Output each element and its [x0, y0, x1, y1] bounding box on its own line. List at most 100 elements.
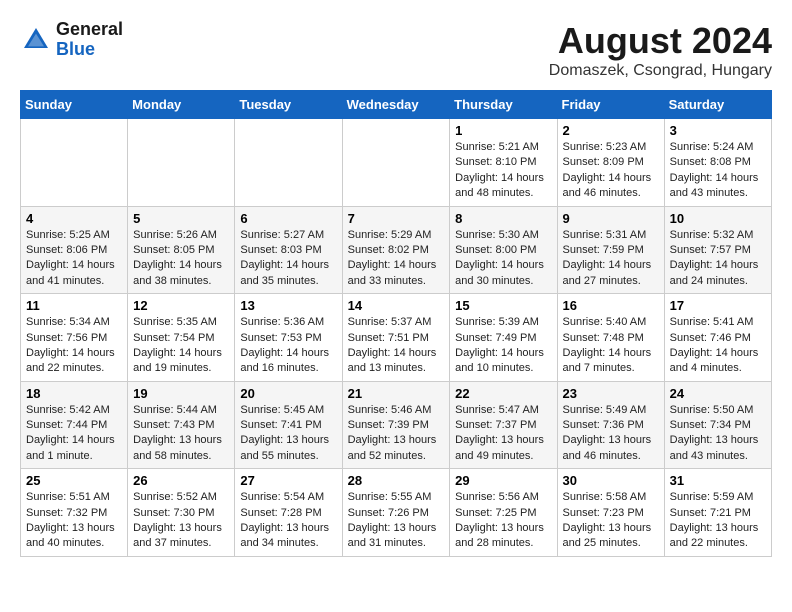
day-number: 27: [240, 473, 336, 488]
calendar-cell: 29Sunrise: 5:56 AM Sunset: 7:25 PM Dayli…: [450, 469, 557, 557]
day-info: Sunrise: 5:52 AM Sunset: 7:30 PM Dayligh…: [133, 490, 229, 552]
day-number: 18: [26, 386, 122, 401]
calendar-header-friday: Friday: [557, 91, 664, 119]
calendar-header-tuesday: Tuesday: [235, 91, 342, 119]
day-number: 25: [26, 473, 122, 488]
calendar-cell: 7 Sunrise: 5:29 AM Sunset: 8:02 PM Daylig…: [342, 206, 450, 294]
day-number: 13: [240, 298, 336, 313]
calendar-header-thursday: Thursday: [450, 91, 557, 119]
calendar-cell: 26 Sunrise: 5:52 AM Sunset: 7:30 PM Dayli…: [128, 469, 235, 557]
day-number: 15: [455, 298, 551, 313]
day-info: Sunrise: 5:36 AM Sunset: 7:53 PM Dayligh…: [240, 315, 336, 377]
day-number: 19: [133, 386, 229, 401]
day-info: Sunrise: 5:34 AM Sunset: 7:56 PM Dayligh…: [26, 315, 122, 377]
calendar-cell: 10 Sunrise: 5:32 AM Sunset: 7:57 PM Dayli…: [664, 206, 771, 294]
day-info: Sunrise: 5:50 AM Sunset: 7:34 PM Dayligh…: [670, 403, 766, 465]
day-info: Sunrise: 5:59 AM Sunset: 7:21 PM Dayligh…: [670, 490, 766, 552]
day-number: 10: [670, 211, 766, 226]
day-number: 31: [670, 473, 766, 488]
day-info: Sunrise: 5:42 AM Sunset: 7:44 PM Dayligh…: [26, 403, 122, 465]
day-info: Sunrise: 5:26 AM Sunset: 8:05 PM Dayligh…: [133, 228, 229, 290]
calendar-cell: 11 Sunrise: 5:34 AM Sunset: 7:56 PM Dayli…: [21, 294, 128, 382]
day-info: Sunrise: 5:29 AM Sunset: 8:02 PM Dayligh…: [348, 228, 445, 290]
calendar-cell: 9 Sunrise: 5:31 AM Sunset: 7:59 PM Daylig…: [557, 206, 664, 294]
day-number: 2: [563, 123, 659, 138]
calendar-week-row: 4Sunrise: 5:25 AM Sunset: 8:06 PM Daylig…: [21, 206, 772, 294]
calendar-cell: 25 Sunrise: 5:51 AM Sunset: 7:32 PM Dayli…: [21, 469, 128, 557]
calendar-cell: 6Sunrise: 5:27 AM Sunset: 8:03 PM Daylig…: [235, 206, 342, 294]
calendar-cell: 5Sunrise: 5:26 AM Sunset: 8:05 PM Daylig…: [128, 206, 235, 294]
day-info: Sunrise: 5:51 AM Sunset: 7:32 PM Dayligh…: [26, 490, 122, 552]
day-info: Sunrise: 5:21 AM Sunset: 8:10 PM Dayligh…: [455, 140, 551, 202]
day-info: Sunrise: 5:44 AM Sunset: 7:43 PM Dayligh…: [133, 403, 229, 465]
calendar-header-sunday: Sunday: [21, 91, 128, 119]
calendar-week-row: 18 Sunrise: 5:42 AM Sunset: 7:44 PM Dayli…: [21, 381, 772, 469]
day-info: Sunrise: 5:27 AM Sunset: 8:03 PM Dayligh…: [240, 228, 336, 290]
day-number: 3: [670, 123, 766, 138]
day-number: 26: [133, 473, 229, 488]
day-number: 29: [455, 473, 551, 488]
calendar-cell: 18 Sunrise: 5:42 AM Sunset: 7:44 PM Dayli…: [21, 381, 128, 469]
calendar-week-row: 11 Sunrise: 5:34 AM Sunset: 7:56 PM Dayli…: [21, 294, 772, 382]
calendar-cell: [342, 119, 450, 207]
day-info: Sunrise: 5:37 AM Sunset: 7:51 PM Dayligh…: [348, 315, 445, 377]
day-number: 30: [563, 473, 659, 488]
calendar-cell: 13 Sunrise: 5:36 AM Sunset: 7:53 PM Dayli…: [235, 294, 342, 382]
location: Domaszek, Csongrad, Hungary: [549, 62, 772, 80]
day-number: 9: [563, 211, 659, 226]
day-number: 16: [563, 298, 659, 313]
day-number: 8: [455, 211, 551, 226]
calendar-cell: 4Sunrise: 5:25 AM Sunset: 8:06 PM Daylig…: [21, 206, 128, 294]
calendar-cell: 31 Sunrise: 5:59 AM Sunset: 7:21 PM Dayli…: [664, 469, 771, 557]
calendar-cell: [235, 119, 342, 207]
day-number: 23: [563, 386, 659, 401]
day-number: 1: [455, 123, 551, 138]
calendar-cell: 14 Sunrise: 5:37 AM Sunset: 7:51 PM Dayli…: [342, 294, 450, 382]
day-info: Sunrise: 5:54 AM Sunset: 7:28 PM Dayligh…: [240, 490, 336, 552]
page-header: General Blue August 2024 Domaszek, Csong…: [20, 20, 772, 80]
day-info: Sunrise: 5:49 AM Sunset: 7:36 PM Dayligh…: [563, 403, 659, 465]
day-info: Sunrise: 5:32 AM Sunset: 7:57 PM Dayligh…: [670, 228, 766, 290]
day-number: 24: [670, 386, 766, 401]
calendar-cell: 16 Sunrise: 5:40 AM Sunset: 7:48 PM Dayli…: [557, 294, 664, 382]
calendar: SundayMondayTuesdayWednesdayThursdayFrid…: [20, 90, 772, 557]
calendar-cell: 24 Sunrise: 5:50 AM Sunset: 7:34 PM Dayli…: [664, 381, 771, 469]
calendar-cell: 1 Sunrise: 5:21 AM Sunset: 8:10 PM Daylig…: [450, 119, 557, 207]
calendar-cell: [128, 119, 235, 207]
calendar-cell: 2 Sunrise: 5:23 AM Sunset: 8:09 PM Daylig…: [557, 119, 664, 207]
day-info: Sunrise: 5:31 AM Sunset: 7:59 PM Dayligh…: [563, 228, 659, 290]
day-number: 11: [26, 298, 122, 313]
calendar-header-wednesday: Wednesday: [342, 91, 450, 119]
calendar-cell: 27 Sunrise: 5:54 AM Sunset: 7:28 PM Dayli…: [235, 469, 342, 557]
day-number: 17: [670, 298, 766, 313]
calendar-header-saturday: Saturday: [664, 91, 771, 119]
calendar-cell: 30 Sunrise: 5:58 AM Sunset: 7:23 PM Dayli…: [557, 469, 664, 557]
day-number: 14: [348, 298, 445, 313]
day-info: Sunrise: 5:23 AM Sunset: 8:09 PM Dayligh…: [563, 140, 659, 202]
calendar-week-row: 25 Sunrise: 5:51 AM Sunset: 7:32 PM Dayli…: [21, 469, 772, 557]
day-info: Sunrise: 5:58 AM Sunset: 7:23 PM Dayligh…: [563, 490, 659, 552]
logo: General Blue: [20, 20, 123, 60]
day-info: Sunrise: 5:47 AM Sunset: 7:37 PM Dayligh…: [455, 403, 551, 465]
day-number: 28: [348, 473, 445, 488]
day-info: Sunrise: 5:46 AM Sunset: 7:39 PM Dayligh…: [348, 403, 445, 465]
calendar-cell: 28 Sunrise: 5:55 AM Sunset: 7:26 PM Dayli…: [342, 469, 450, 557]
calendar-cell: 12 Sunrise: 5:35 AM Sunset: 7:54 PM Dayli…: [128, 294, 235, 382]
day-number: 21: [348, 386, 445, 401]
day-number: 20: [240, 386, 336, 401]
calendar-cell: 8Sunrise: 5:30 AM Sunset: 8:00 PM Daylig…: [450, 206, 557, 294]
calendar-cell: 3Sunrise: 5:24 AM Sunset: 8:08 PM Daylig…: [664, 119, 771, 207]
day-info: Sunrise: 5:55 AM Sunset: 7:26 PM Dayligh…: [348, 490, 445, 552]
calendar-header-row: SundayMondayTuesdayWednesdayThursdayFrid…: [21, 91, 772, 119]
day-info: Sunrise: 5:40 AM Sunset: 7:48 PM Dayligh…: [563, 315, 659, 377]
day-number: 22: [455, 386, 551, 401]
day-number: 7: [348, 211, 445, 226]
calendar-cell: 21 Sunrise: 5:46 AM Sunset: 7:39 PM Dayli…: [342, 381, 450, 469]
day-number: 12: [133, 298, 229, 313]
day-info: Sunrise: 5:41 AM Sunset: 7:46 PM Dayligh…: [670, 315, 766, 377]
day-info: Sunrise: 5:35 AM Sunset: 7:54 PM Dayligh…: [133, 315, 229, 377]
day-info: Sunrise: 5:25 AM Sunset: 8:06 PM Dayligh…: [26, 228, 122, 290]
day-info: Sunrise: 5:45 AM Sunset: 7:41 PM Dayligh…: [240, 403, 336, 465]
title-block: August 2024 Domaszek, Csongrad, Hungary: [549, 20, 772, 80]
calendar-cell: 19 Sunrise: 5:44 AM Sunset: 7:43 PM Dayli…: [128, 381, 235, 469]
